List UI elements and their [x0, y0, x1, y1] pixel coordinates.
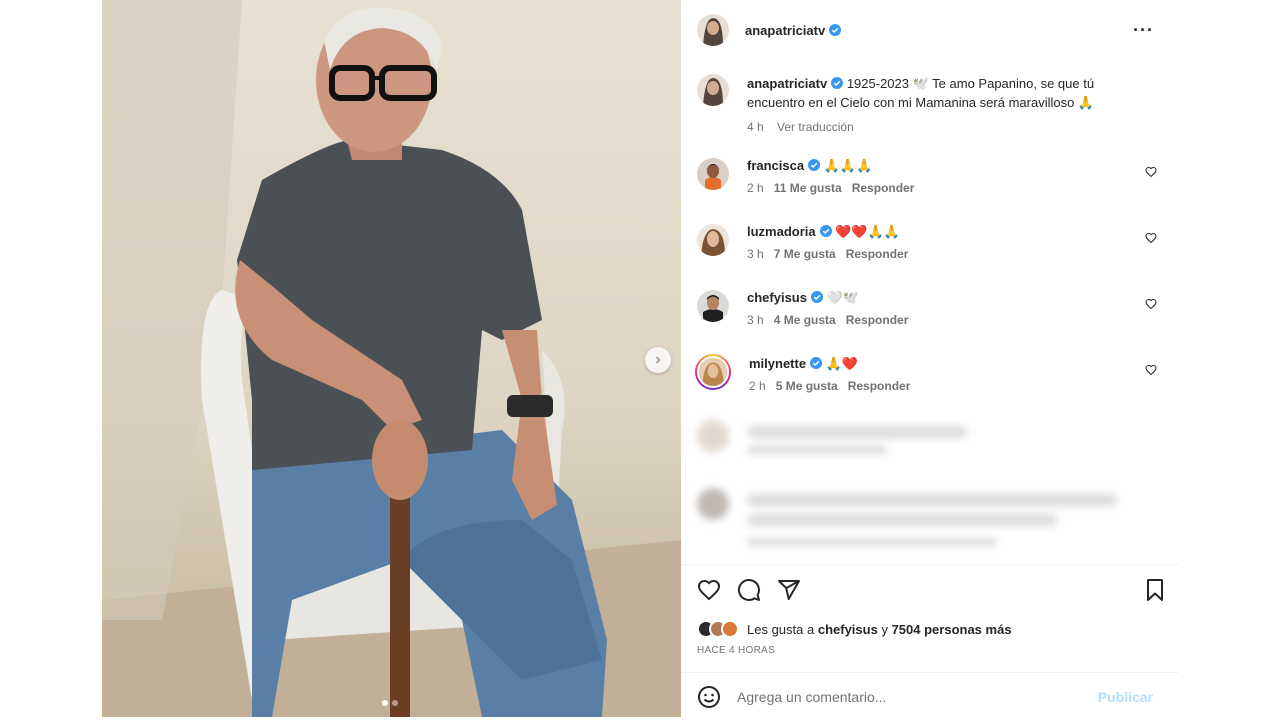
comment-username[interactable]: luzmadoria [747, 224, 816, 239]
comment-text: 🤍🕊️ [826, 291, 859, 306]
comment-time: 3 h [747, 247, 764, 261]
share-send-icon[interactable] [777, 578, 801, 602]
verified-badge-icon [810, 291, 823, 303]
comment-time: 2 h [747, 181, 764, 195]
comment-input[interactable] [737, 689, 1097, 705]
emoji-smiley-icon[interactable] [697, 685, 721, 709]
carousel-dots [382, 700, 398, 706]
caption-time: 4 h [747, 120, 764, 134]
comment-likes[interactable]: 5 Me gusta [776, 379, 838, 393]
comment-likes[interactable]: 4 Me gusta [774, 313, 836, 327]
post-photo[interactable]: › [102, 0, 681, 717]
comment-likes[interactable]: 11 Me gusta [774, 181, 842, 195]
more-options-icon[interactable]: ··· [1133, 20, 1154, 41]
post-header: anapatriciatv ··· [681, 0, 1178, 60]
carousel-dot [392, 700, 398, 706]
comment-time: 2 h [749, 379, 766, 393]
author-avatar[interactable] [697, 14, 729, 46]
comment-item: milynette 🙏❤️ 2 h 5 Me gusta Responder [695, 354, 1177, 393]
post-image [102, 0, 681, 717]
verified-badge-icon [810, 357, 823, 369]
post-time: HACE 4 HORAS [697, 645, 776, 656]
verified-badge-icon [819, 225, 832, 237]
verified-badge-icon [808, 159, 821, 171]
liker-avatars[interactable] [697, 620, 739, 638]
likes-count[interactable]: 7504 personas más [892, 622, 1012, 637]
like-comment-heart-icon[interactable] [1145, 232, 1157, 244]
comment-text: ❤️❤️🙏🙏 [835, 225, 900, 240]
verified-badge-icon [829, 24, 842, 36]
caption-author-avatar[interactable] [697, 74, 729, 106]
comment-time: 3 h [747, 313, 764, 327]
like-heart-icon[interactable] [697, 578, 721, 602]
publish-button[interactable]: Publicar [1098, 689, 1153, 705]
commenter-avatar[interactable] [697, 290, 729, 322]
comment-bubble-icon[interactable] [737, 578, 761, 602]
comment-username[interactable]: chefyisus [747, 290, 807, 305]
like-comment-heart-icon[interactable] [1145, 166, 1157, 178]
post-details-panel: anapatriciatv ··· anapatriciatv 1925-202… [681, 0, 1178, 717]
author-username[interactable]: anapatriciatv [745, 23, 825, 38]
reply-button[interactable]: Responder [848, 379, 911, 393]
carousel-dot-active [382, 700, 388, 706]
comment-username[interactable]: milynette [749, 356, 806, 371]
comment-item: francisca 🙏🙏🙏 2 h 11 Me gusta Responder [697, 158, 1177, 195]
likes-middle: y [881, 621, 888, 637]
comment-composer: Publicar [697, 684, 1167, 710]
comment-item: luzmadoria ❤️❤️🙏🙏 3 h 7 Me gusta Responder [697, 224, 1177, 261]
comment-text: 🙏❤️ [825, 357, 859, 372]
comment-text: 🙏🙏🙏 [823, 159, 873, 174]
caption-username[interactable]: anapatriciatv [747, 76, 827, 91]
likes-summary: Les gusta a chefyisus y 7504 personas má… [697, 620, 1012, 638]
blurred-comment [697, 488, 1167, 554]
verified-badge-icon [831, 77, 844, 89]
commenter-avatar-story-ring[interactable] [695, 354, 731, 390]
see-translation-link[interactable]: Ver traducción [777, 120, 854, 134]
comment-item: chefyisus 🤍🕊️ 3 h 4 Me gusta Responder [697, 290, 1177, 327]
comment-likes[interactable]: 7 Me gusta [774, 247, 836, 261]
reply-button[interactable]: Responder [852, 181, 915, 195]
commenter-avatar[interactable] [697, 224, 729, 256]
divider [681, 672, 1178, 673]
reply-button[interactable]: Responder [846, 313, 909, 327]
blurred-comment [697, 420, 1167, 462]
reply-button[interactable]: Responder [846, 247, 909, 261]
like-comment-heart-icon[interactable] [1145, 364, 1157, 376]
likes-prefix: Les gusta a [747, 621, 815, 637]
save-bookmark-icon[interactable] [1143, 578, 1167, 602]
commenter-avatar[interactable] [697, 158, 729, 190]
like-comment-heart-icon[interactable] [1145, 298, 1157, 310]
divider [681, 564, 1178, 565]
post-actions-bar [697, 578, 1167, 604]
next-slide-button[interactable]: › [645, 347, 671, 373]
post-caption: anapatriciatv 1925-2023 🕊️ Te amo Papani… [697, 74, 1167, 137]
likes-user[interactable]: chefyisus [818, 622, 878, 637]
comment-username[interactable]: francisca [747, 158, 804, 173]
